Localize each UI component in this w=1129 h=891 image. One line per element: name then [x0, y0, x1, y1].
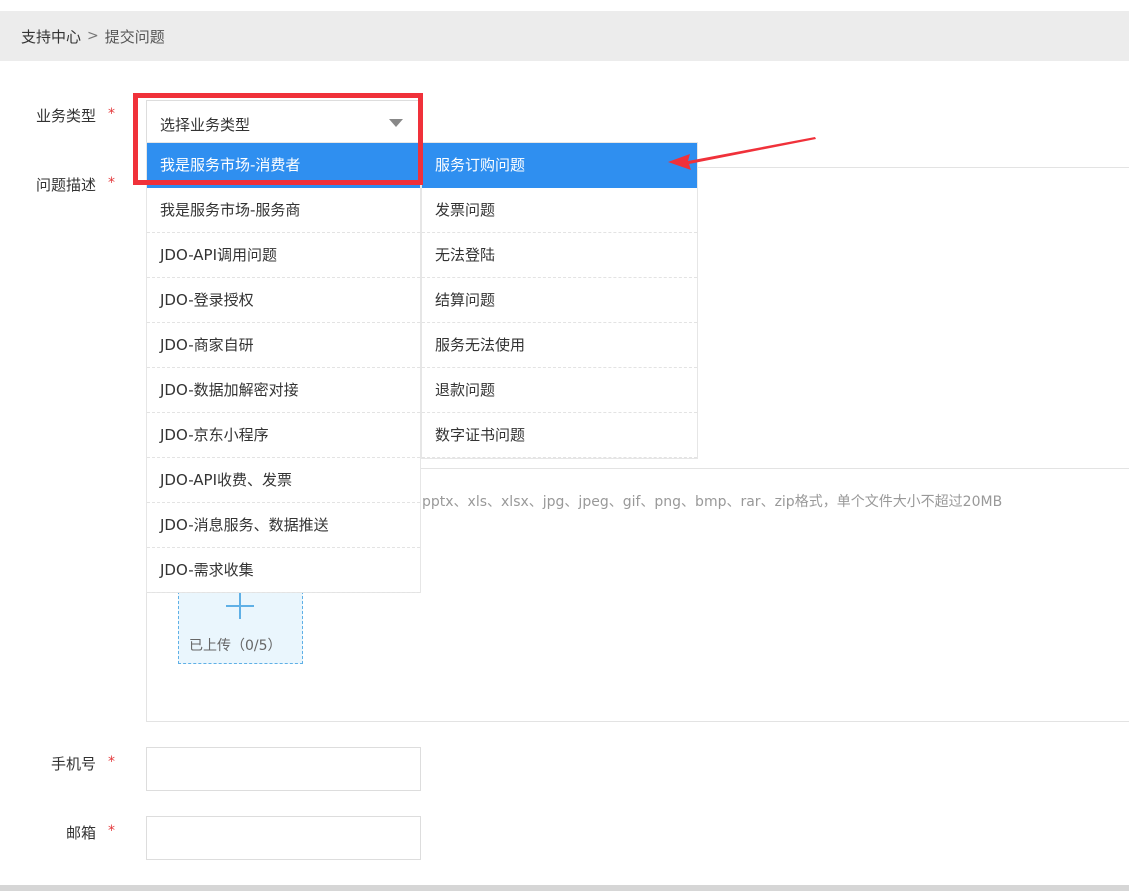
email-input[interactable]	[146, 816, 421, 860]
email-required-mark: *	[108, 823, 115, 839]
business-type-label: 业务类型	[35, 107, 96, 125]
category-dropdown-list: 我是服务市场-消费者 我是服务市场-服务商 JDO-API调用问题 JDO-登录授权 J…	[146, 142, 421, 593]
category-option[interactable]: 我是服务市场-消费者	[147, 143, 420, 188]
subcategory-option[interactable]: 无法登陆	[422, 233, 697, 278]
bottom-scrollbar[interactable]	[0, 885, 1129, 891]
category-option[interactable]: JDO-数据加解密对接	[147, 368, 420, 413]
business-type-placeholder: 选择业务类型	[160, 116, 251, 134]
upload-count: 已上传（0/5）	[189, 638, 282, 654]
upload-attachment-button[interactable]: 已上传（0/5）	[178, 586, 303, 664]
subcategory-option[interactable]: 退款问题	[422, 368, 697, 413]
subcategory-option[interactable]: 服务订购问题	[422, 143, 697, 188]
phone-input[interactable]	[146, 747, 421, 791]
email-label: 邮箱	[65, 824, 96, 842]
subcategory-option[interactable]: 结算问题	[422, 278, 697, 323]
description-label: 问题描述	[35, 176, 96, 194]
breadcrumb-root-link[interactable]: 支持中心	[21, 26, 81, 47]
breadcrumb-separator: >	[87, 28, 99, 44]
description-required-mark: *	[108, 175, 115, 191]
subcategory-option[interactable]: 服务无法使用	[422, 323, 697, 368]
subcategory-option[interactable]: 发票问题	[422, 188, 697, 233]
phone-required-mark: *	[108, 754, 115, 770]
category-option[interactable]: JDO-商家自研	[147, 323, 420, 368]
category-option[interactable]: JDO-API收费、发票	[147, 458, 420, 503]
breadcrumb: 支持中心 > 提交问题	[0, 11, 1129, 61]
phone-label: 手机号	[50, 755, 96, 773]
category-option[interactable]: JDO-需求收集	[147, 548, 420, 593]
category-option[interactable]: JDO-API调用问题	[147, 233, 420, 278]
chevron-down-icon	[389, 119, 403, 127]
business-type-select[interactable]: 选择业务类型	[146, 100, 420, 144]
breadcrumb-current: 提交问题	[104, 27, 165, 46]
top-strip	[0, 0, 1129, 11]
category-option[interactable]: JDO-京东小程序	[147, 413, 420, 458]
business-type-required-mark: *	[108, 106, 115, 122]
plus-icon-vertical	[239, 593, 241, 619]
subcategory-option[interactable]: 数字证书问题	[422, 413, 697, 458]
attachment-format-hint: pptx、xls、xlsx、jpg、jpeg、gif、png、bmp、rar、z…	[422, 494, 1003, 510]
category-option[interactable]: JDO-消息服务、数据推送	[147, 503, 420, 548]
subcategory-dropdown-list: 服务订购问题 发票问题 无法登陆 结算问题 服务无法使用 退款问题 数字证书问题	[421, 142, 698, 459]
category-option[interactable]: 我是服务市场-服务商	[147, 188, 420, 233]
category-option[interactable]: JDO-登录授权	[147, 278, 420, 323]
